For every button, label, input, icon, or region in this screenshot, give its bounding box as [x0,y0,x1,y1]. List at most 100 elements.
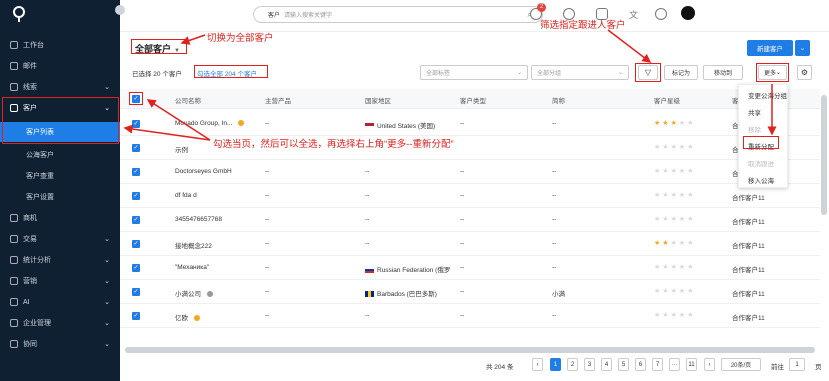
star-icon[interactable]: ★ [679,144,687,151]
per-page-select[interactable]: 20条/页 [721,358,761,371]
star-icon[interactable]: ★ [687,192,695,199]
table-row[interactable]: ✓Doctorseyes GmbH--------合作客户★★★★★ [120,160,820,184]
sidebar-item-deals[interactable]: 交易 ⌄ [0,229,120,249]
star-rating[interactable]: ★★★★★ [654,143,695,151]
star-icon[interactable]: ★ [687,144,695,151]
column-header[interactable]: 简称 [552,95,565,105]
goto-page-input[interactable]: 1 [789,358,805,371]
star-icon[interactable]: ★ [662,264,670,271]
star-icon[interactable]: ★ [679,192,687,199]
vertical-scrollbar[interactable] [821,95,827,215]
company-name-link[interactable]: 接地概念222 [175,240,212,250]
search-input[interactable]: 请输入搜索关键字 [284,10,332,19]
company-name-link[interactable]: Doctorseyes GmbH [175,168,232,175]
next-page-button[interactable]: › [704,358,715,371]
page-button[interactable]: 1 [550,358,561,371]
star-icon[interactable]: ★ [662,192,670,199]
sidebar-item-enterprise[interactable]: 企业管理 ⌄ [0,313,120,333]
table-row[interactable]: ✓ 接地概念222 -- -- -- -- 合作客户11 ★★★★★ [120,232,820,256]
company-name-link[interactable]: 3455476657768 [175,216,222,223]
star-icon[interactable]: ★ [662,216,670,223]
star-rating[interactable]: ★★★★★ [654,191,695,199]
mark-as-button[interactable]: 标记为 [664,65,698,80]
company-name-link[interactable]: Movado Group, In... [175,120,245,127]
star-rating[interactable]: ★★★★★ [654,287,695,295]
table-row[interactable]: ✓ 亿欧 -- -- -- -- 合作客户11 ★★★★★ [120,304,820,328]
sidebar-subitem-customer-settings[interactable]: 客户设置 [0,187,120,207]
star-rating[interactable]: ★★★★★ [654,167,695,175]
menu-item-share[interactable]: 共享 [748,107,761,117]
row-checkbox[interactable]: ✓ [132,312,140,320]
star-icon[interactable]: ★ [671,312,679,319]
company-name-link[interactable]: 亿欧 [175,312,200,322]
company-name-link[interactable]: 示例 [175,144,188,154]
new-customer-dropdown-button[interactable]: ⌄ [795,40,810,56]
star-icon[interactable]: ★ [687,264,695,271]
star-icon[interactable]: ★ [662,144,670,151]
star-icon[interactable]: ★ [671,168,679,175]
collapse-sidebar-button[interactable] [115,5,125,15]
table-row[interactable]: ✓ 小满公司 -- Barbados (巴巴多斯) -- 小满 合作客户11 ★★★★★ [120,280,820,304]
sidebar-item-analytics[interactable]: 统计分析 ⌄ [0,250,120,270]
sidebar-item-opportunities[interactable]: 商机 [0,208,120,228]
star-icon[interactable]: ★ [687,168,695,175]
search-scope[interactable]: 客户 [268,10,280,19]
star-rating[interactable]: ★★★★★ [654,239,695,247]
avatar[interactable] [681,6,695,20]
company-name-link[interactable]: df fda d [175,192,197,199]
sidebar-subitem-duplicate-check[interactable]: 客户查重 [0,166,120,186]
star-icon[interactable]: ★ [687,120,695,127]
page-button[interactable]: 4 [601,358,612,371]
tag-filter[interactable]: 全部标签 ⌄ [420,65,528,80]
sidebar-item-collaboration[interactable]: 协同 ⌄ [0,334,120,354]
table-row[interactable]: ✓ Movado Group, In... -- United States (美国)… [120,112,820,136]
global-search[interactable]: 客户 请输入搜索关键字 ⌕ [253,6,543,23]
star-icon[interactable]: ★ [687,312,695,319]
sidebar-item-leads[interactable]: 线索 ⌄ [0,77,120,97]
star-rating[interactable]: ★★★★★ [654,263,695,271]
translate-icon[interactable]: 文 [629,8,641,20]
star-icon[interactable]: ★ [671,288,679,295]
sidebar-subitem-public-pool[interactable]: 公海客户 [0,145,120,165]
menu-item-change-pool-group[interactable]: 变更公海分组 [748,90,787,100]
star-icon[interactable]: ★ [679,216,687,223]
table-row[interactable]: ✓ "Механика" -- Russian Federation (俄罗 -- -- 合… [120,256,820,280]
star-rating[interactable]: ★★★★★ [654,119,695,127]
star-icon[interactable]: ★ [687,288,695,295]
move-to-button[interactable]: 移动到 [703,65,743,80]
page-button[interactable]: 2 [567,358,578,371]
company-name-link[interactable]: "Механика" [175,264,209,271]
row-checkbox[interactable]: ✓ [132,264,140,272]
page-button[interactable]: 5 [618,358,629,371]
group-filter[interactable]: 全部分组 ⌄ [531,65,629,80]
menu-item-remove[interactable]: 移除 [748,124,761,134]
horizontal-scrollbar[interactable] [125,347,815,353]
star-icon[interactable]: ★ [679,288,687,295]
star-icon[interactable]: ★ [662,120,670,127]
column-header[interactable]: 主营产品 [265,95,291,105]
star-rating[interactable]: ★★★★★ [654,311,695,319]
menu-item-cancel-follow[interactable]: 取消跟进 [748,158,774,168]
star-icon[interactable]: ★ [671,216,679,223]
star-icon[interactable]: ★ [679,168,687,175]
page-button[interactable]: ··· [669,358,680,371]
row-checkbox[interactable]: ✓ [132,168,140,176]
star-icon[interactable]: ★ [662,312,670,319]
settings-button[interactable]: ⚙ [797,65,812,80]
row-checkbox[interactable]: ✓ [132,120,140,128]
row-checkbox[interactable]: ✓ [132,192,140,200]
help-icon[interactable] [655,8,667,20]
star-icon[interactable]: ★ [671,192,679,199]
star-icon[interactable]: ★ [671,120,679,127]
row-checkbox[interactable]: ✓ [132,216,140,224]
page-button[interactable]: 11 [686,358,697,371]
star-icon[interactable]: ★ [679,120,687,127]
sidebar-item-mail[interactable]: 邮件 [0,56,120,76]
sidebar-item-ai[interactable]: AI ⌄ [0,292,120,312]
column-header[interactable]: 客户星级 [654,95,680,105]
page-button[interactable]: 6 [635,358,646,371]
company-name-link[interactable]: 小满公司 [175,288,213,298]
table-row[interactable]: ✓ df fda d -- -- -- -- 合作客户11 ★★★★★ [120,184,820,208]
star-icon[interactable]: ★ [679,312,687,319]
page-button[interactable]: 3 [584,358,595,371]
